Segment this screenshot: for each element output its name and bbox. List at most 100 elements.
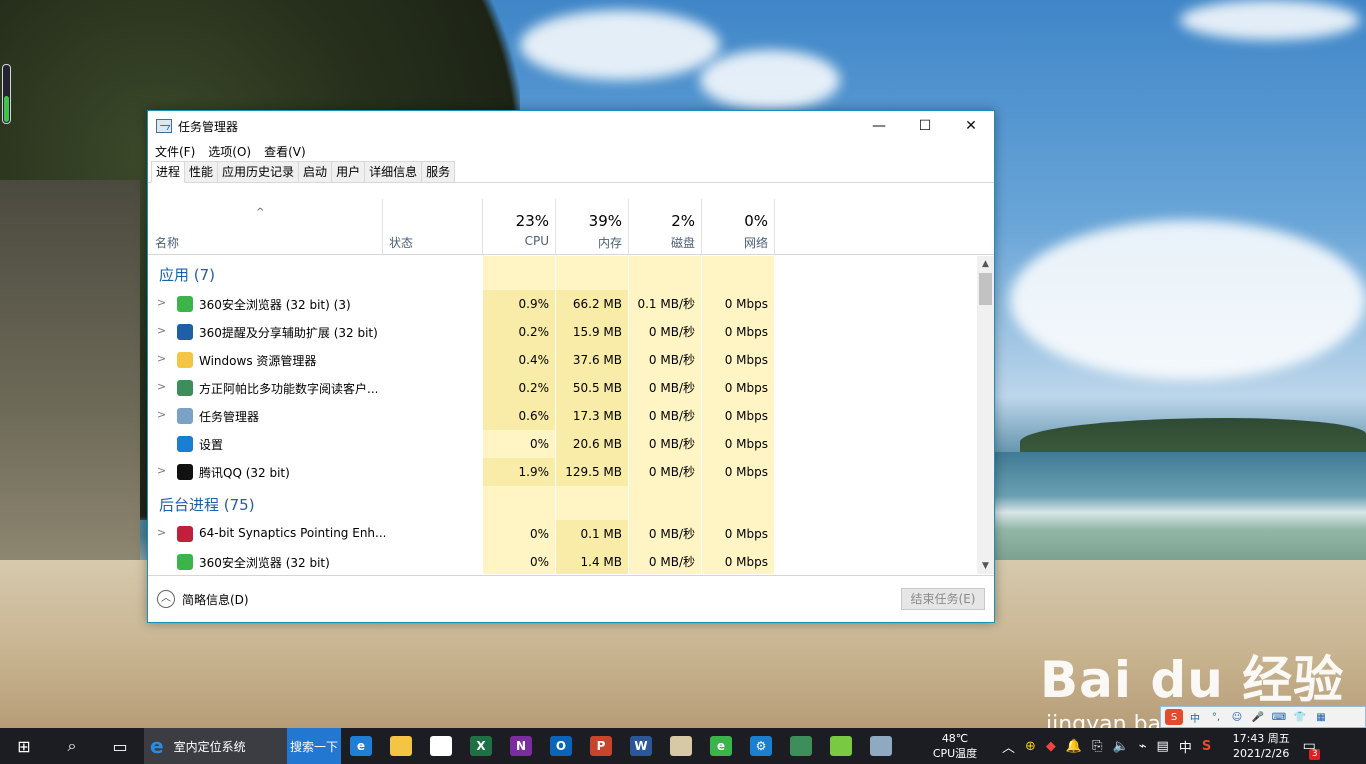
process-row[interactable]: >360安全浏览器 (32 bit) (3) 0.9% 66.2 MB 0.1 MB/… <box>148 290 977 318</box>
taskbar-app[interactable]: ⚙ <box>741 728 781 764</box>
taskbar-app[interactable] <box>821 728 861 764</box>
taskbar-app[interactable]: N <box>501 728 541 764</box>
cpu-temperature[interactable]: 48℃ CPU温度 <box>925 731 985 761</box>
taskbar-app[interactable] <box>421 728 461 764</box>
tab-performance[interactable]: 性能 <box>184 161 219 182</box>
ime-mic-icon[interactable]: 🎤 <box>1249 709 1267 725</box>
sogou-icon[interactable]: S <box>1165 709 1183 725</box>
group-memory-cell <box>556 256 629 290</box>
tab-app-history[interactable]: 应用历史记录 <box>217 161 300 182</box>
chevron-right-icon[interactable]: > <box>157 408 166 421</box>
scroll-thumb[interactable] <box>979 273 992 305</box>
end-task-button[interactable]: 结束任务(E) <box>901 588 985 610</box>
network-cell: 0 Mbps <box>702 374 775 402</box>
taskbar-app[interactable]: P <box>581 728 621 764</box>
maximize-button[interactable]: ☐ <box>902 111 948 141</box>
watermark-logo: Bai du 经验 <box>1040 651 1345 709</box>
chevron-right-icon[interactable]: > <box>157 380 166 393</box>
menu-file[interactable]: 文件(F) <box>155 143 195 160</box>
task-view-icon[interactable]: ▭ <box>96 728 144 764</box>
ime-punct-icon[interactable]: °, <box>1207 709 1225 725</box>
taskbar-app[interactable] <box>781 728 821 764</box>
chevron-right-icon[interactable]: > <box>157 464 166 477</box>
tab-startup[interactable]: 启动 <box>298 161 333 182</box>
notification-center-button[interactable]: ▭ 3 <box>1296 728 1322 764</box>
ime-keyboard-icon[interactable]: ⌨ <box>1270 709 1288 725</box>
process-row[interactable]: 设置 0% 20.6 MB 0 MB/秒 0 Mbps <box>148 430 977 458</box>
tray-app-icon[interactable]: ◆ <box>1046 739 1056 754</box>
taskbar-app[interactable] <box>381 728 421 764</box>
taskbar-app[interactable] <box>661 728 701 764</box>
task-manager-icon <box>156 119 172 133</box>
tab-users[interactable]: 用户 <box>331 161 366 182</box>
notification-badge: 3 <box>1309 749 1321 760</box>
taskbar-app[interactable]: e <box>701 728 741 764</box>
taskbar-app[interactable]: W <box>621 728 661 764</box>
tab-details[interactable]: 详细信息 <box>364 161 423 182</box>
cpu-cell: 0.6% <box>483 402 556 430</box>
chevron-right-icon[interactable]: > <box>157 526 166 539</box>
ime-emoji-icon[interactable]: ☺ <box>1228 709 1246 725</box>
tab-processes[interactable]: 进程 <box>151 161 186 183</box>
close-button[interactable]: ✕ <box>948 111 994 141</box>
scroll-down-icon[interactable]: ▼ <box>977 558 994 574</box>
disk-cell: 0 MB/秒 <box>629 520 702 548</box>
fewer-details-button[interactable]: ︿ 简略信息(D) <box>157 590 249 608</box>
chevron-right-icon[interactable]: > <box>157 352 166 365</box>
show-hidden-icons-icon[interactable]: ︿ <box>1002 737 1015 756</box>
taskbar-app[interactable]: O <box>541 728 581 764</box>
sogou-tray-icon[interactable]: S <box>1202 739 1211 754</box>
menu-view[interactable]: 查看(V) <box>264 143 306 160</box>
column-name-header[interactable]: ^ 名称 <box>148 199 383 255</box>
column-name-label: 名称 <box>155 236 180 250</box>
title-bar[interactable]: 任务管理器 — ☐ ✕ <box>148 111 994 141</box>
ime-toolbar[interactable]: S 中 °, ☺ 🎤 ⌨ 👕 ▦ <box>1160 706 1366 728</box>
process-row[interactable]: > 任务管理器 0.6% 17.3 MB 0 MB/秒 0 Mbps <box>148 402 977 430</box>
network-cell: 0 Mbps <box>702 318 775 346</box>
search-once-button[interactable]: 搜索一下 <box>287 728 341 764</box>
process-row[interactable]: > 腾讯QQ (32 bit) 1.9% 129.5 MB 0 MB/秒 0 Mbps <box>148 458 977 486</box>
column-memory-header[interactable]: 39% 内存 <box>556 199 629 255</box>
ime-chinese-icon[interactable]: 中 <box>1186 709 1204 725</box>
chevron-up-icon: ︿ <box>157 590 175 608</box>
clock[interactable]: 17:43 周五 2021/2/26 <box>1226 731 1296 761</box>
taskbar-app[interactable]: e <box>341 728 381 764</box>
ime-skin-icon[interactable]: 👕 <box>1291 709 1309 725</box>
search-icon[interactable]: ⌕ <box>48 728 96 764</box>
process-name: 任务管理器 <box>199 410 260 424</box>
clock-time: 17:43 周五 <box>1232 732 1290 745</box>
tab-services[interactable]: 服务 <box>421 161 456 182</box>
scroll-up-icon[interactable]: ▲ <box>977 256 994 272</box>
process-row[interactable]: 360安全浏览器 (32 bit) 0% 1.4 MB 0 MB/秒 0 Mbps <box>148 548 977 574</box>
menu-options[interactable]: 选项(O) <box>208 143 251 160</box>
tray-360-icon[interactable]: ⊕ <box>1025 739 1036 754</box>
chevron-right-icon[interactable]: > <box>157 296 166 309</box>
clock-date: 2021/2/26 <box>1233 747 1290 760</box>
wifi-icon[interactable]: ⌁ <box>1139 739 1147 754</box>
taskbar-app[interactable]: X <box>461 728 501 764</box>
network-adapter-icon[interactable]: ⎘ <box>1092 739 1102 754</box>
process-row[interactable]: >360提醒及分享辅助扩展 (32 bit) 0.2% 15.9 MB 0 MB/秒 0… <box>148 318 977 346</box>
process-row[interactable]: > Windows 资源管理器 0.4% 37.6 MB 0 MB/秒 0 Mbps <box>148 346 977 374</box>
disk-cell: 0 MB/秒 <box>629 374 702 402</box>
cpu-cell: 0% <box>483 520 556 548</box>
column-cpu-header[interactable]: 23% CPU <box>483 199 556 255</box>
desktop-meter-widget[interactable] <box>2 64 11 124</box>
column-status-header[interactable]: 状态 <box>383 199 483 255</box>
column-disk-header[interactable]: 2% 磁盘 <box>629 199 702 255</box>
process-row[interactable]: > 方正阿帕比多功能数字阅读客户... 0.2% 50.5 MB 0 MB/秒 0 Mbp… <box>148 374 977 402</box>
ime-menu-icon[interactable]: ▦ <box>1312 709 1330 725</box>
synaptics-icon <box>177 526 193 542</box>
minimize-button[interactable]: — <box>856 111 902 141</box>
chevron-right-icon[interactable]: > <box>157 324 166 337</box>
column-network-header[interactable]: 0% 网络 <box>702 199 775 255</box>
start-button[interactable]: ⊞ <box>0 728 48 764</box>
process-row[interactable]: >64-bit Synaptics Pointing Enh... 0% 0.1 M… <box>148 520 977 548</box>
clipboard-icon[interactable]: ▤ <box>1157 739 1169 754</box>
bell-icon[interactable]: 🔔 <box>1066 739 1082 754</box>
taskbar-ie-window[interactable]: e 室内定位系统 <box>144 728 287 764</box>
volume-icon[interactable]: 🔈 <box>1113 739 1129 754</box>
vertical-scrollbar[interactable]: ▲ ▼ <box>977 256 994 574</box>
ime-indicator[interactable]: 中 <box>1179 737 1192 756</box>
taskbar-app[interactable] <box>861 728 901 764</box>
